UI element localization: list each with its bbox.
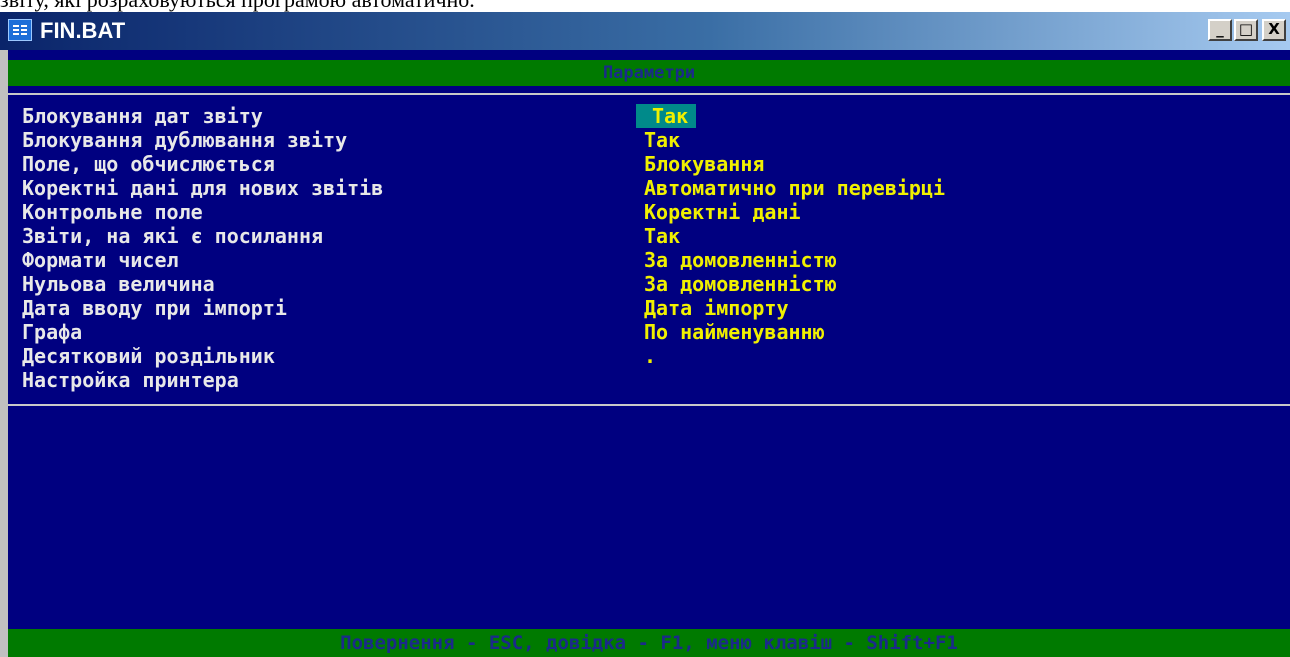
param-value[interactable]: Так — [644, 128, 680, 152]
param-label[interactable]: Десятковий роздільник — [22, 344, 275, 368]
param-label[interactable]: Звіти, на які є посилання — [22, 224, 323, 248]
param-label[interactable]: Контрольне поле — [22, 200, 203, 224]
param-label[interactable]: Нульова величина — [22, 272, 215, 296]
param-value[interactable]: Коректні дані — [644, 200, 801, 224]
param-label[interactable]: Поле, що обчислюється — [22, 152, 275, 176]
param-label[interactable]: Дата вводу при імпорті — [22, 296, 287, 320]
param-value[interactable]: Так — [636, 104, 697, 128]
top-divider — [8, 93, 1290, 95]
param-label[interactable]: Блокування дат звіту — [22, 104, 263, 128]
console-window: FIN.BAT _ □ X Параметри Блокування дат з… — [0, 12, 1290, 657]
param-label[interactable]: Коректні дані для нових звітів — [22, 176, 383, 200]
param-value[interactable]: Блокування — [644, 152, 764, 176]
screen-header: Параметри — [8, 60, 1290, 86]
maximize-button[interactable]: □ — [1234, 19, 1258, 41]
console-area: Параметри Блокування дат звіту Так Блоку… — [8, 50, 1290, 657]
param-value[interactable]: Так — [644, 224, 680, 248]
status-bar: Повернення - ESC, довідка - F1, меню кла… — [8, 629, 1290, 657]
param-value[interactable]: Дата імпорту — [644, 296, 789, 320]
param-label[interactable]: Блокування дублювання звіту — [22, 128, 347, 152]
close-button[interactable]: X — [1262, 19, 1286, 41]
param-label[interactable]: Графа — [22, 320, 82, 344]
bottom-divider — [8, 404, 1290, 406]
app-icon[interactable] — [8, 19, 32, 41]
window-title: FIN.BAT — [40, 18, 126, 43]
document-text-fragment: звіту, які розраховуються програмою авто… — [0, 0, 1290, 12]
param-value[interactable]: . — [644, 344, 656, 368]
param-value[interactable]: По найменуванню — [644, 320, 825, 344]
param-value[interactable]: За домовленністю — [644, 272, 837, 296]
title-bar[interactable]: FIN.BAT _ □ X — [0, 12, 1290, 50]
param-label[interactable]: Формати чисел — [22, 248, 179, 272]
param-value[interactable]: За домовленністю — [644, 248, 837, 272]
minimize-button[interactable]: _ — [1208, 19, 1232, 41]
param-value[interactable]: Автоматично при перевірці — [644, 176, 945, 200]
param-label[interactable]: Настройка принтера — [22, 368, 239, 392]
